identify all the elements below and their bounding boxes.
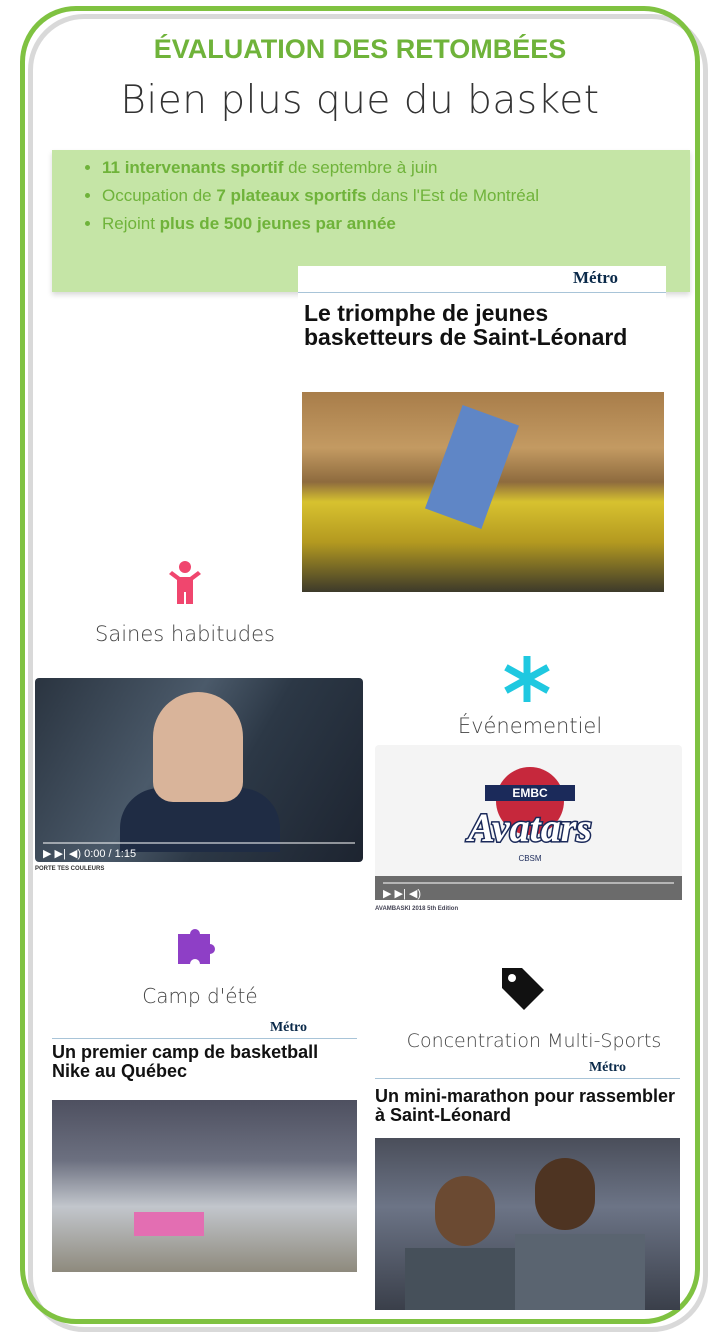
play-icon[interactable]: ▶ ▶| ◀) 0:00 / 1:15 xyxy=(43,847,136,860)
person-head xyxy=(435,1176,495,1246)
highlight-text: Rejoint xyxy=(102,214,160,233)
video-controls-2[interactable]: ▶ ▶| ◀) xyxy=(375,876,682,900)
highlight-text: dans l'Est de Montréal xyxy=(366,186,539,205)
video-caption-2: AVAMBASKI 2018 5th Edition xyxy=(375,906,459,912)
video-caption-1: PORTE TES COULEURS xyxy=(35,866,105,872)
article-headline: Un premier camp de basketball Nike au Qu… xyxy=(52,1042,319,1081)
highlight-text: Occupation de xyxy=(102,186,217,205)
banner-flag xyxy=(424,405,520,529)
pillar-label-concentration: Concentration Multi-Sports xyxy=(406,1030,662,1052)
asterisk-icon xyxy=(504,655,550,703)
person-shirt xyxy=(515,1234,645,1310)
puzzle-icon xyxy=(176,924,218,966)
camp-banner xyxy=(134,1212,204,1236)
video-person xyxy=(153,692,243,802)
camp-photo xyxy=(52,1100,357,1272)
video-player-2[interactable]: EMBC Avatars CBSM ▶ ▶| ◀) xyxy=(375,745,682,900)
video-progress-2[interactable] xyxy=(383,882,674,884)
video-time: 0:00 / 1:15 xyxy=(84,848,137,860)
article-headline: Un mini-marathon pour rassembler à Saint… xyxy=(375,1086,676,1125)
avatars-logo: EMBC Avatars CBSM xyxy=(464,767,593,863)
highlight-bold: 11 intervenants sportif xyxy=(102,158,284,177)
article-source: Métro xyxy=(375,1060,680,1079)
highlight-item: Rejoint plus de 500 jeunes par année xyxy=(102,214,690,234)
highlight-item: 11 intervenants sportif de septembre à j… xyxy=(102,158,690,178)
article-headline: Le triomphe de jeunes basketteurs de Sai… xyxy=(304,300,628,351)
page-title: ÉVALUATION DES RETOMBÉES xyxy=(153,34,567,64)
person-shirt xyxy=(405,1248,525,1310)
highlight-text: de septembre à juin xyxy=(283,158,438,177)
pillar-label-camp: Camp d'été xyxy=(142,984,258,1008)
logo-sub-text: CBSM xyxy=(518,854,541,863)
video-controls[interactable]: ▶ ▶| ◀) 0:00 / 1:15 xyxy=(43,842,355,860)
video-controls-inner[interactable]: ▶ ▶| ◀) xyxy=(383,882,674,900)
pillar-label-evenementiel: Événementiel xyxy=(457,714,603,738)
person-head xyxy=(535,1158,595,1230)
video-player-1[interactable]: ▶ ▶| ◀) 0:00 / 1:15 xyxy=(35,678,363,862)
logo-main-text: Avatars xyxy=(465,805,592,850)
article-source: Métro xyxy=(52,1020,357,1039)
highlight-item: Occupation de 7 plateaux sportifs dans l… xyxy=(102,186,690,206)
marathon-photo xyxy=(375,1138,680,1310)
logo-top-text: EMBC xyxy=(512,786,548,800)
tag-icon xyxy=(498,964,546,1012)
child-icon xyxy=(165,560,205,606)
page-subtitle: Bien plus que du basket xyxy=(120,78,600,123)
pillar-label-saines: Saines habitudes xyxy=(95,622,275,646)
video-progress[interactable] xyxy=(43,842,355,844)
highlight-bold: plus de 500 jeunes par année xyxy=(159,214,396,233)
play-icon[interactable]: ▶ ▶| ◀) xyxy=(383,887,421,900)
article-source: Métro xyxy=(298,266,666,293)
highlights-list: 11 intervenants sportif de septembre à j… xyxy=(52,158,690,234)
highlight-bold: 7 plateaux sportifs xyxy=(216,186,367,205)
team-photo xyxy=(302,392,664,592)
